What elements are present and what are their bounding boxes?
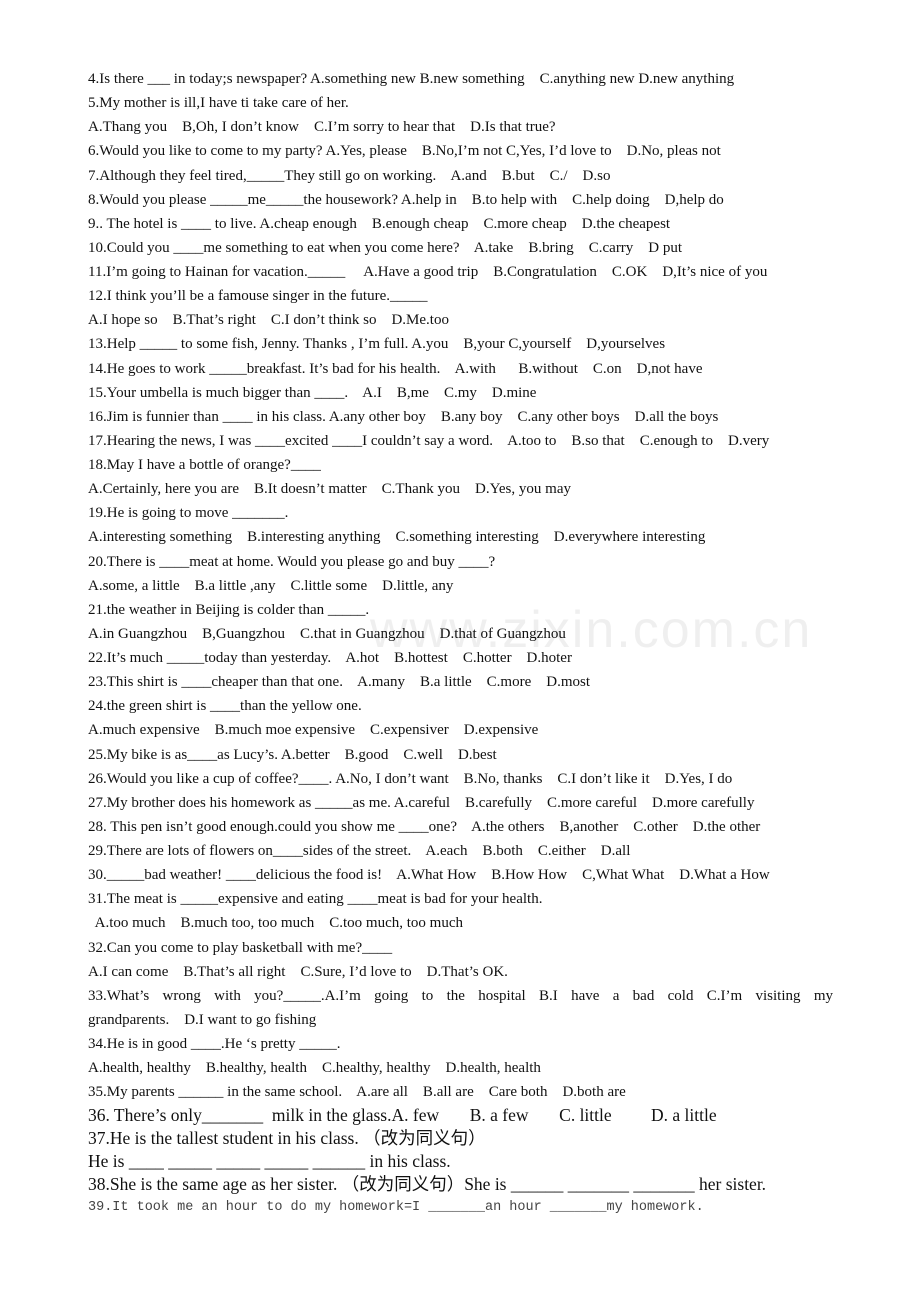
question-line: 5.My mother is ill,I have ti take care o… — [88, 95, 349, 112]
question-line: 20.There is ____meat at home. Would you … — [88, 553, 496, 570]
question-line: 35.My parents ______ in the same school.… — [88, 1084, 626, 1101]
question-line: A.interesting something B.interesting an… — [88, 529, 706, 546]
question-line: He is ____ _____ _____ _____ ______ in h… — [88, 1151, 451, 1172]
question-line: 6.Would you like to come to my party? A.… — [88, 143, 721, 160]
question-line: 30._____bad weather! ____delicious the f… — [88, 867, 770, 884]
question-line: 36. There’s only_______ milk in the glas… — [88, 1105, 717, 1126]
question-line: A.Thang you B,Oh, I don’t know C.I’m sor… — [88, 119, 556, 136]
question-line: 21.the weather in Beijing is colder than… — [88, 601, 370, 618]
question-line: 10.Could you ____me something to eat whe… — [88, 239, 683, 256]
question-line: 11.I’m going to Hainan for vacation.____… — [88, 264, 768, 280]
question-line: 9.. The hotel is ____ to live. A.cheap e… — [88, 215, 671, 232]
question-list: 4.Is there ___ in today;s newspaper? A.s… — [88, 67, 833, 1104]
question-line: 18.May I have a bottle of orange?____ — [88, 457, 321, 473]
question-line: 15.Your umbella is much bigger than ____… — [88, 384, 537, 401]
question-line: 12.I think you’ll be a famouse singer in… — [88, 288, 428, 305]
question-line: A.in Guangzhou B,Guangzhou C.that in Gua… — [88, 625, 566, 642]
question-line: A.some, a little B.a little ,any C.littl… — [88, 577, 454, 594]
question-line: 38.She is the same age as her sister. （改… — [88, 1174, 767, 1195]
question-line: 19.He is going to move _______. — [88, 505, 289, 522]
question-line: 25.My bike is as____as Lucy’s. A.better … — [88, 746, 497, 763]
question-line: 8.Would you please _____me_____the house… — [88, 191, 724, 208]
question-line: 28. This pen isn’t good enough.could you… — [88, 818, 761, 835]
question-line: A.I hope so B.That’s right C.I don’t thi… — [88, 312, 449, 329]
question-line: grandparents. D.I want to go fishing — [88, 1011, 317, 1028]
question-line: 14.He goes to work _____breakfast. It’s … — [88, 360, 703, 377]
question-line: 4.Is there ___ in today;s newspaper? A.s… — [88, 71, 735, 87]
question-line: 23.This shirt is ____cheaper than that o… — [88, 674, 591, 691]
question-line: A.health, healthy B.healthy, health C.he… — [88, 1060, 541, 1077]
question-line: 37.He is the tallest student in his clas… — [88, 1128, 486, 1149]
question-line: 31.The meat is _____expensive and eating… — [88, 891, 543, 908]
question-line: 7.Although they feel tired,_____They sti… — [88, 167, 611, 184]
question-line: 13.Help _____ to some fish, Jenny. Thank… — [88, 336, 666, 353]
question-line: 22.It’s much _____today than yesterday. … — [88, 650, 572, 666]
question-line: A.much expensive B.much moe expensive C.… — [88, 722, 539, 739]
question-line: 32.Can you come to play basketball with … — [88, 939, 393, 956]
question-line: 27.My brother does his homework as _____… — [88, 794, 755, 811]
question-39: 39.It took me an hour to do my homework=… — [88, 1200, 704, 1216]
question-line: 26.Would you like a cup of coffee?____. … — [88, 770, 733, 787]
question-line: 24.the green shirt is ____than the yello… — [88, 698, 362, 715]
question-line: 17.Hearing the news, I was ____excited _… — [88, 432, 770, 449]
question-line: 16.Jim is funnier than ____ in his class… — [88, 408, 719, 425]
worksheet: 4.Is there ___ in today;s newspaper? A.s… — [88, 67, 833, 1219]
large-question-list: 36. There’s only_______ milk in the glas… — [88, 1104, 833, 1196]
question-line: 33.What’s wrong with you?_____.A.I’m goi… — [88, 987, 833, 1004]
question-line: 29.There are lots of flowers on____sides… — [88, 843, 631, 859]
question-line: A.Certainly, here you are B.It doesn’t m… — [88, 481, 571, 498]
question-line: A.too much B.much too, too much C.too mu… — [88, 915, 463, 932]
question-line: A.I can come B.That’s all right C.Sure, … — [88, 963, 508, 980]
question-line: 34.He is in good ____.He ‘s pretty _____… — [88, 1036, 341, 1052]
